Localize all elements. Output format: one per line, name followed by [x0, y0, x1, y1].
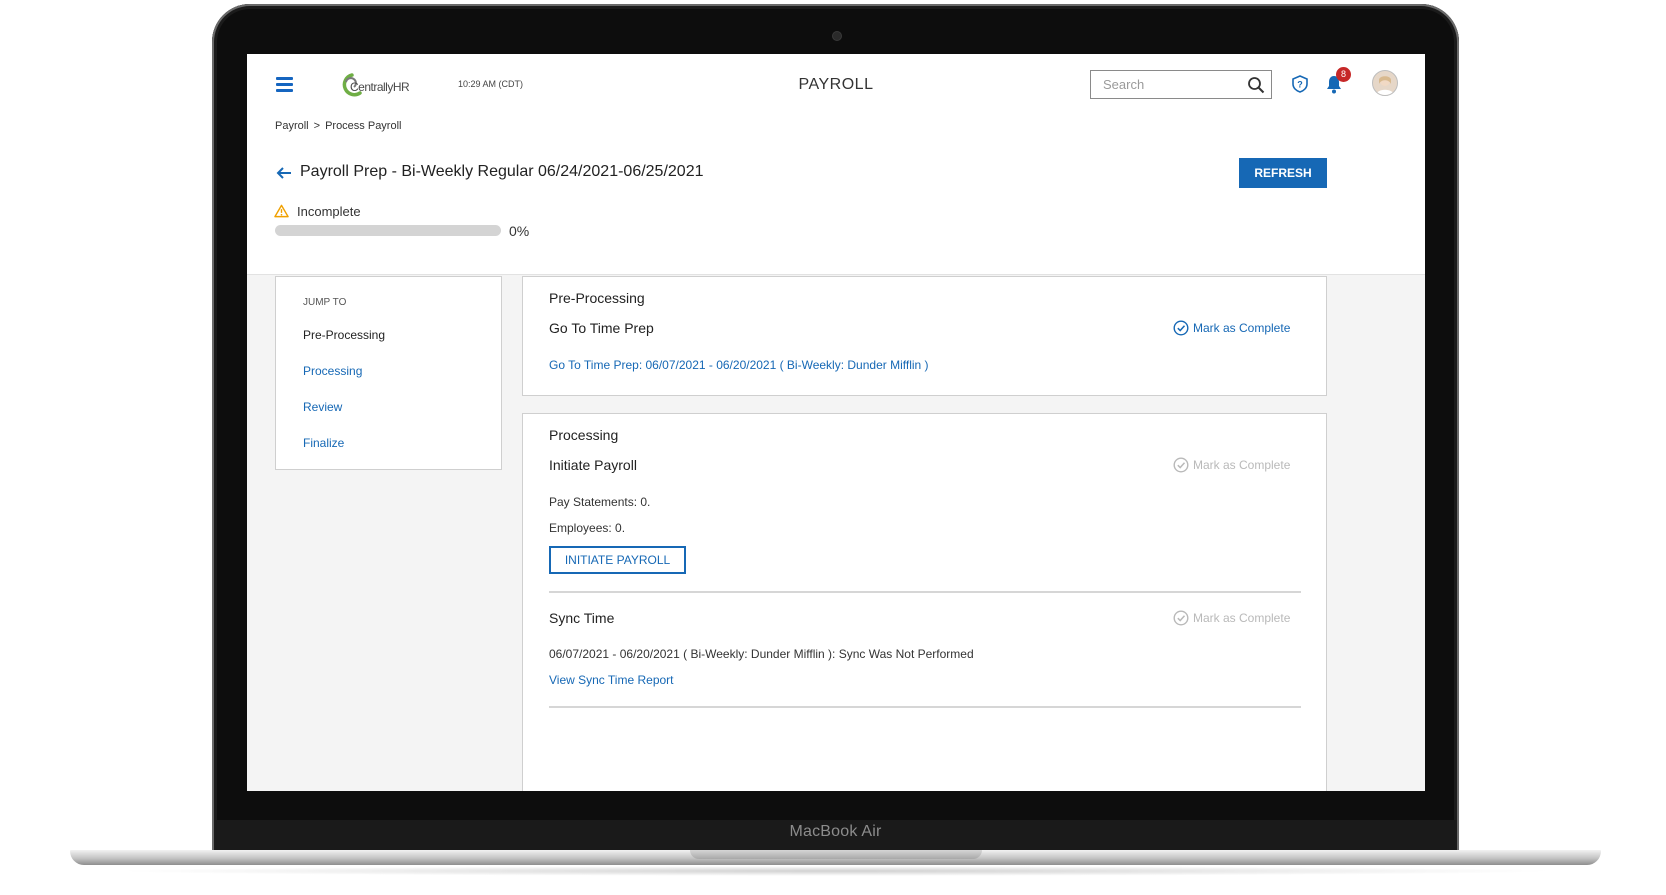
search-box [1090, 70, 1272, 99]
jump-link-processing[interactable]: Processing [303, 364, 362, 378]
mark-complete-label: Mark as Complete [1193, 458, 1291, 472]
section-divider [549, 591, 1301, 593]
pre-processing-title: Pre-Processing [549, 290, 645, 306]
search-icon[interactable] [1247, 76, 1265, 94]
pay-statements-count: Pay Statements: 0. [549, 495, 651, 509]
check-circle-icon [1173, 320, 1189, 336]
page-title: Payroll Prep - Bi-Weekly Regular 06/24/2… [300, 163, 704, 180]
mark-complete-label: Mark as Complete [1193, 611, 1291, 625]
back-arrow-icon[interactable] [275, 164, 293, 182]
pre-processing-card: Pre-Processing Go To Time Prep Mark as C… [522, 276, 1327, 396]
warning-icon [274, 204, 289, 218]
mark-complete-label: Mark as Complete [1193, 321, 1291, 335]
processing-title: Processing [549, 427, 619, 443]
progress-bar [275, 225, 501, 236]
refresh-button[interactable]: REFRESH [1239, 158, 1327, 188]
breadcrumb-process-payroll[interactable]: Process Payroll [325, 120, 401, 132]
laptop-model-label: MacBook Air [789, 823, 882, 840]
jump-to-panel: JUMP TO Pre-Processing Processing Review… [275, 276, 502, 470]
status-text: Incomplete [297, 204, 361, 219]
processing-card: Processing Initiate Payroll Mark as Comp… [522, 413, 1327, 791]
notification-count-badge: 8 [1336, 67, 1351, 82]
help-shield-icon[interactable]: ? [1291, 75, 1309, 93]
breadcrumb-payroll[interactable]: Payroll [275, 120, 309, 132]
app-screen: CentrallyHR 10:29 AM (CDT) PAYROLL ? 8 [247, 54, 1425, 791]
progress-label: 0% [509, 223, 530, 239]
header-section: CentrallyHR 10:29 AM (CDT) PAYROLL ? 8 [247, 54, 1425, 275]
laptop-shadow [110, 866, 1561, 876]
initiate-payroll-title: Initiate Payroll [549, 457, 637, 473]
go-to-time-prep-link[interactable]: Go To Time Prep: 06/07/2021 - 06/20/2021… [549, 358, 929, 372]
jump-link-pre-processing[interactable]: Pre-Processing [303, 328, 385, 342]
jump-link-review[interactable]: Review [303, 400, 342, 414]
go-to-time-prep-title: Go To Time Prep [549, 320, 654, 336]
svg-text:?: ? [1297, 80, 1303, 90]
jump-to-title: JUMP TO [303, 297, 347, 308]
laptop-notch [690, 850, 982, 859]
check-circle-icon [1173, 610, 1189, 626]
employees-count: Employees: 0. [549, 521, 626, 535]
avatar-person-icon [1376, 76, 1394, 95]
section-divider [549, 706, 1301, 708]
search-input[interactable] [1101, 71, 1245, 98]
sync-status-text: 06/07/2021 - 06/20/2021 ( Bi-Weekly: Dun… [549, 647, 974, 661]
sync-time-title: Sync Time [549, 610, 615, 626]
camera [833, 32, 841, 40]
breadcrumb: Payroll > Process Payroll [275, 120, 401, 132]
breadcrumb-separator: > [313, 120, 321, 132]
jump-link-finalize[interactable]: Finalize [303, 436, 344, 450]
user-avatar[interactable] [1372, 70, 1398, 96]
view-sync-time-report-link[interactable]: View Sync Time Report [549, 673, 674, 687]
initiate-payroll-button[interactable]: INITIATE PAYROLL [549, 546, 686, 574]
check-circle-icon [1173, 457, 1189, 473]
